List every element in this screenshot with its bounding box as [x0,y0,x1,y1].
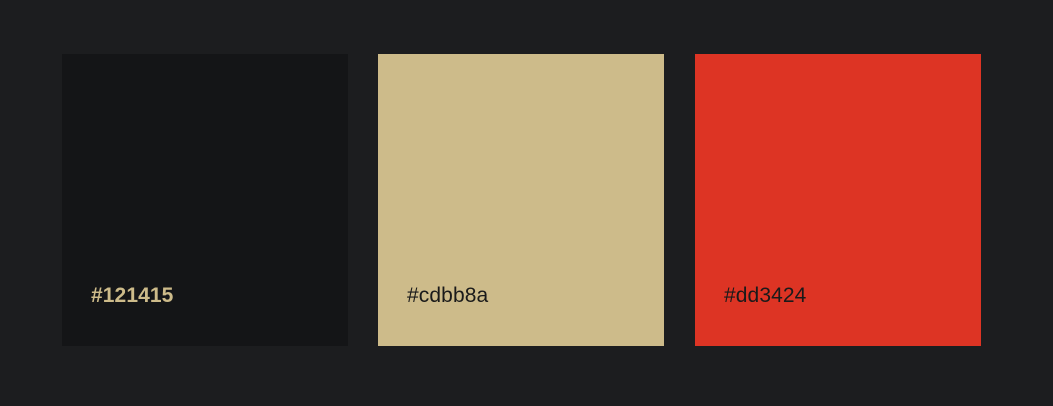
color-swatch-hex-label: #cdbb8a [407,284,489,307]
color-swatch-hex-label: #dd3424 [724,284,807,307]
color-palette: #121415 #cdbb8a #dd3424 [0,0,1053,406]
color-swatch-3: #dd3424 [695,54,981,346]
color-swatch-1: #121415 [62,54,348,346]
color-swatch-2: #cdbb8a [378,54,664,346]
color-swatch-hex-label: #121415 [91,284,174,307]
